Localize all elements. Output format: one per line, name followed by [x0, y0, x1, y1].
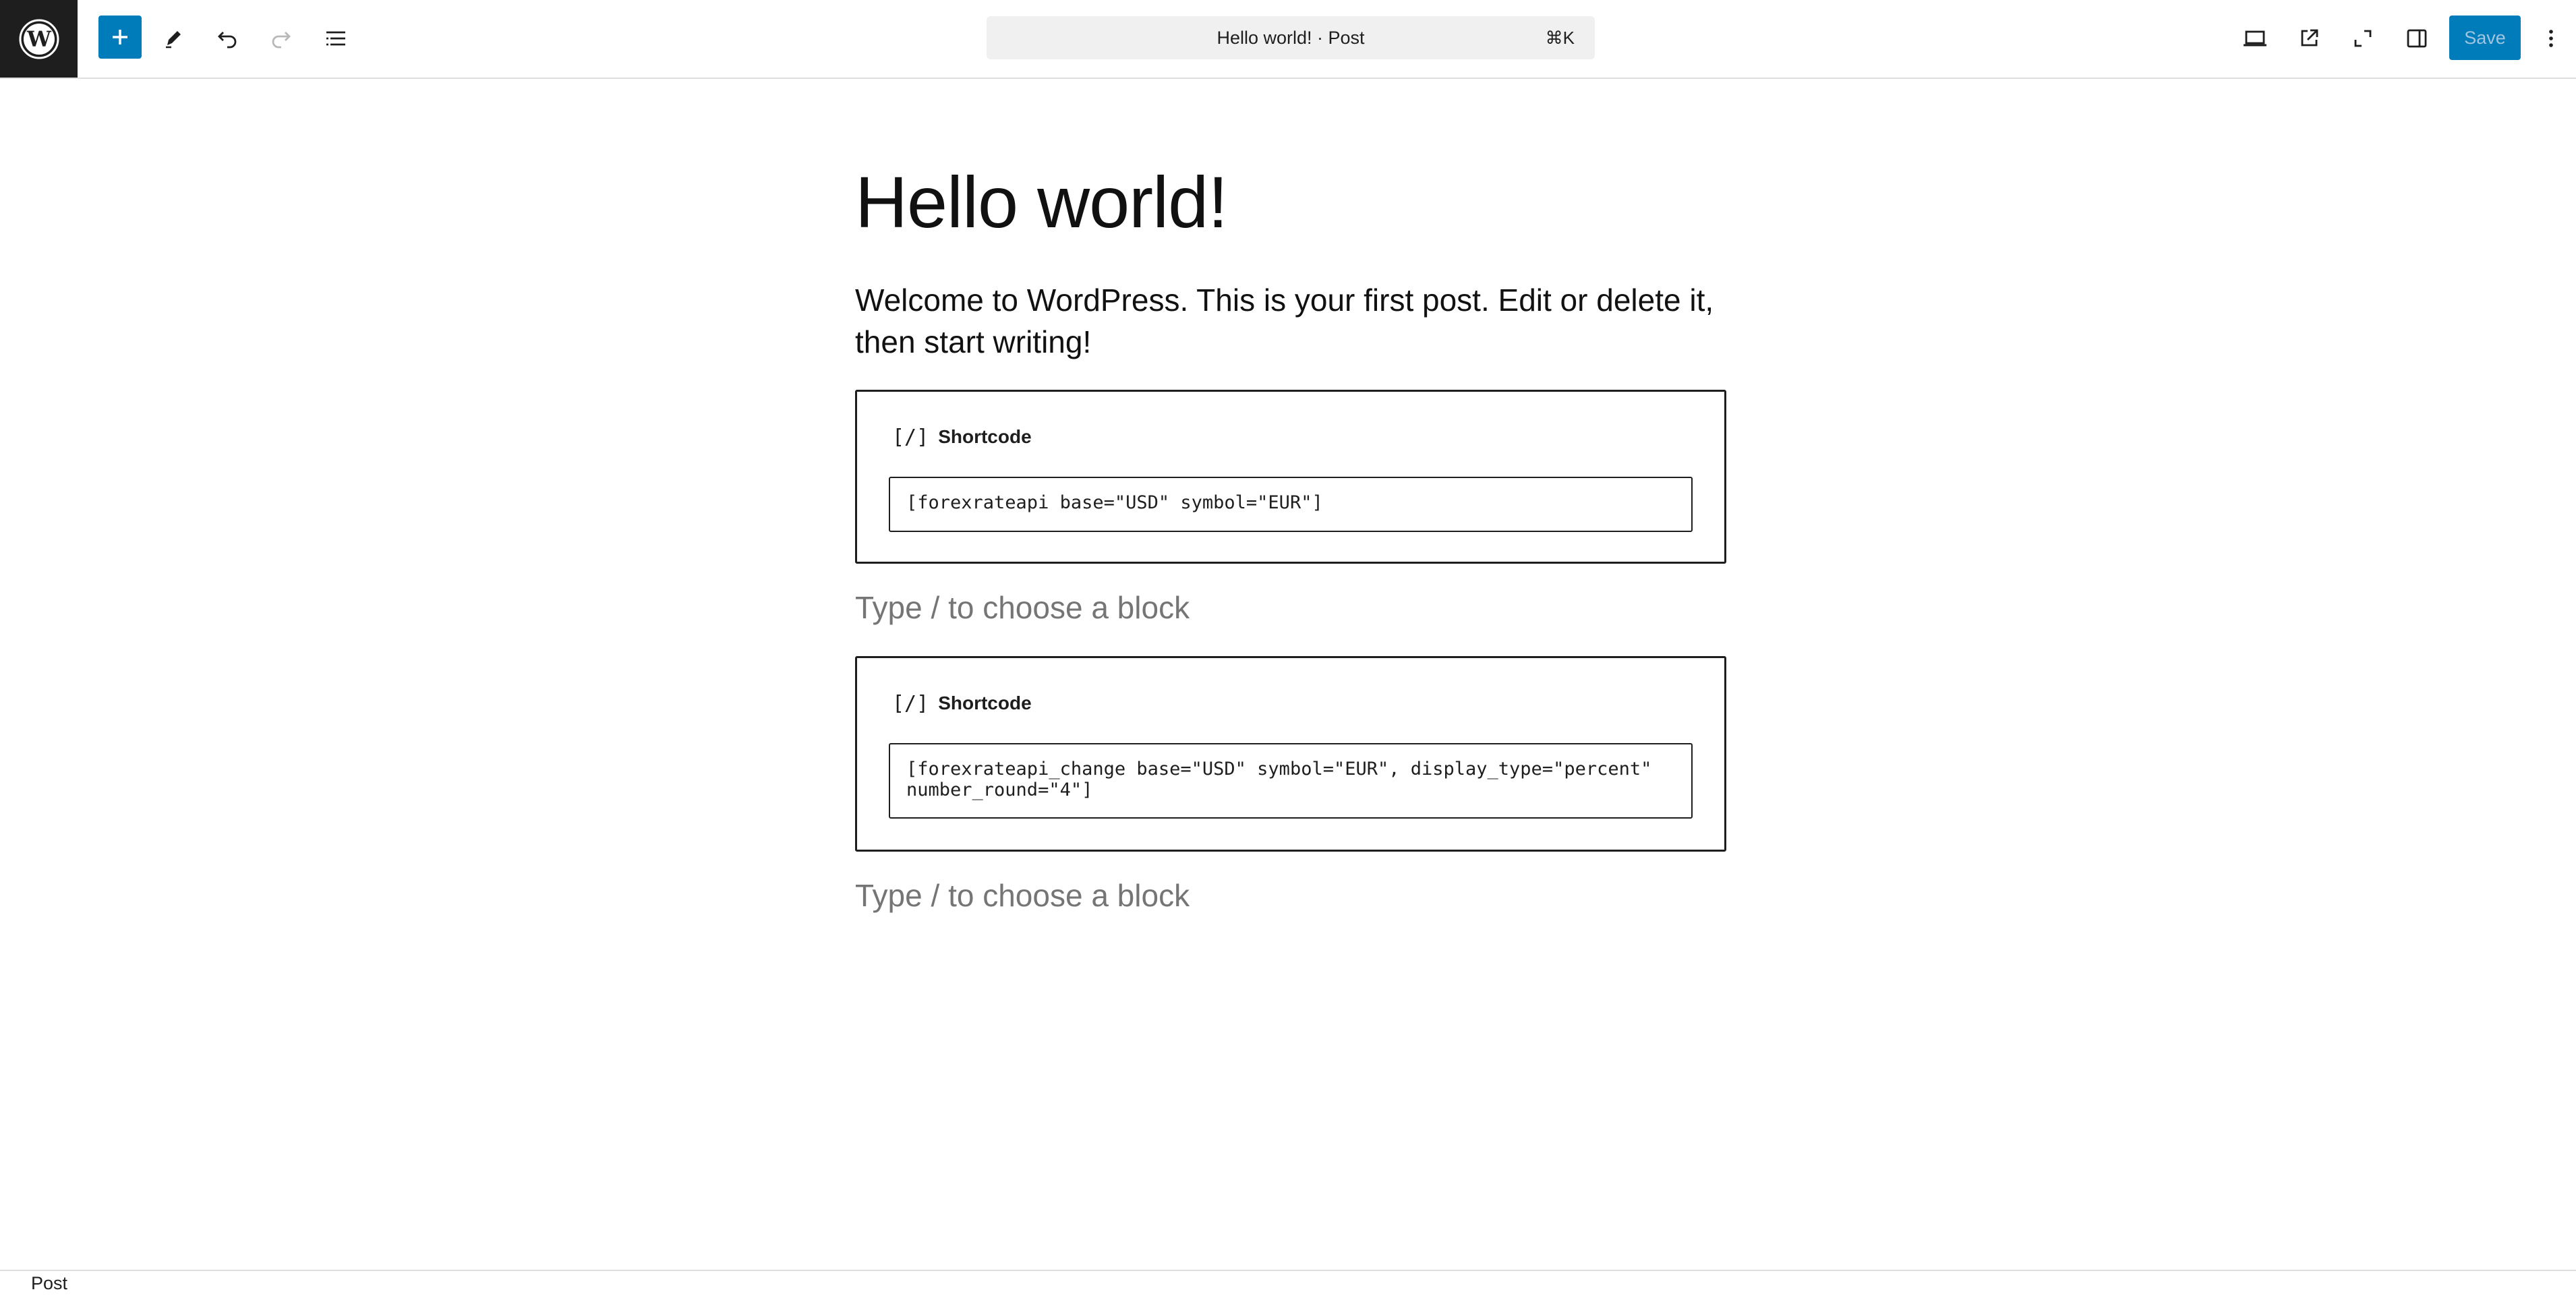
- shortcode-input[interactable]: [forexrateapi base="USD" symbol="EUR"]: [889, 477, 1693, 532]
- shortcode-input[interactable]: [forexrateapi_change base="USD" symbol="…: [889, 743, 1693, 819]
- sidebar-icon: [2407, 29, 2427, 48]
- pencil-icon: [166, 31, 181, 49]
- view-post-button[interactable]: [2285, 15, 2333, 62]
- shortcode-block-header: [/] Shortcode: [892, 423, 1032, 450]
- undo-icon: [218, 32, 237, 49]
- more-vertical-icon: [2549, 30, 2553, 47]
- settings-button[interactable]: [2393, 15, 2440, 62]
- redo-icon: [272, 32, 291, 49]
- shortcode-block[interactable]: [/] Shortcode [forexrateapi_change base=…: [855, 656, 1726, 852]
- editor-canvas: Hello world! Welcome to WordPress. This …: [0, 80, 2576, 1270]
- block-editor: W Hello world! · Post ⌘K Save Hello worl…: [0, 0, 2576, 1296]
- shortcode-block-header: [/] Shortcode: [892, 690, 1032, 717]
- document-title: Hello world! · Post: [1217, 27, 1365, 48]
- external-link-icon: [2301, 29, 2318, 47]
- laptop-icon: [2244, 30, 2266, 47]
- post-title[interactable]: Hello world!: [855, 160, 1228, 244]
- block-breadcrumb-bar: Post: [0, 1270, 2576, 1296]
- shortcode-label: Shortcode: [938, 426, 1032, 447]
- wordpress-logo-icon[interactable]: W: [0, 0, 78, 78]
- list-view-icon: [326, 31, 345, 46]
- shortcode-label: Shortcode: [938, 693, 1032, 713]
- preview-button[interactable]: [2231, 15, 2279, 62]
- svg-text:W: W: [26, 26, 52, 52]
- undo-button[interactable]: [204, 15, 251, 62]
- document-overview-button[interactable]: [312, 15, 359, 62]
- block-appender[interactable]: Type / to choose a block: [855, 589, 1190, 626]
- plus-icon: [113, 30, 127, 45]
- block-appender[interactable]: Type / to choose a block: [855, 877, 1190, 914]
- command-shortcut: ⌘K: [1545, 28, 1575, 48]
- shortcode-block[interactable]: [/] Shortcode [forexrateapi base="USD" s…: [855, 390, 1726, 564]
- document-title-bar[interactable]: Hello world! · Post ⌘K: [987, 16, 1595, 59]
- fullscreen-button[interactable]: [2339, 15, 2387, 62]
- options-button[interactable]: [2529, 15, 2573, 62]
- breadcrumb[interactable]: Post: [31, 1271, 67, 1296]
- shortcode-icon: [/]: [892, 691, 929, 715]
- fullscreen-icon: [2354, 30, 2372, 47]
- editor-header: W Hello world! · Post ⌘K Save: [0, 0, 2576, 79]
- add-block-button[interactable]: [98, 16, 142, 59]
- paragraph-block[interactable]: Welcome to WordPress. This is your first…: [855, 279, 1732, 363]
- save-button[interactable]: Save: [2449, 16, 2521, 60]
- redo-button[interactable]: [258, 15, 305, 62]
- shortcode-icon: [/]: [892, 425, 929, 449]
- tools-button[interactable]: [150, 15, 197, 62]
